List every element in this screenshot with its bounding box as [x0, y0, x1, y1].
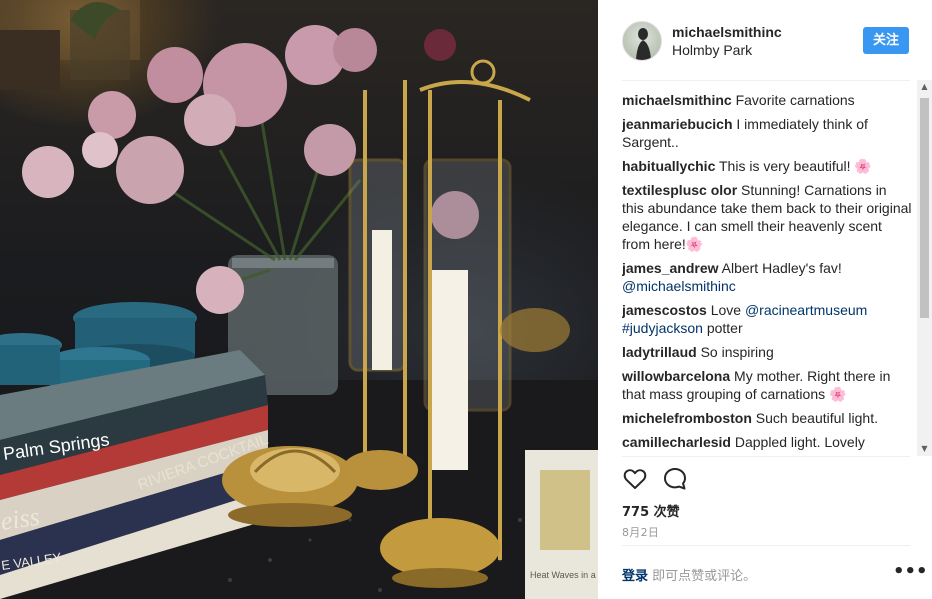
comment-username[interactable]: ladytrillaud — [622, 344, 697, 360]
brass-shell-dish — [222, 446, 358, 527]
avatar-figure-icon — [636, 28, 651, 60]
comment-item: michaelsmithinc Favorite carnations — [622, 91, 912, 109]
comment-username[interactable]: willowbarcelona — [622, 368, 730, 384]
art-book-title: Heat Waves in a Swamp — [530, 570, 598, 580]
art-book: Heat Waves in a Swamp — [525, 450, 598, 599]
comments-divider — [622, 456, 910, 457]
comment-list: michaelsmithinc Favorite carnations jean… — [622, 91, 912, 456]
photo-scene: Palm Springs RIVIERA COCKTAIL eiss E VAL… — [0, 0, 598, 599]
comment-item: habituallychic This is very beautiful! 🌸 — [622, 157, 912, 175]
post-side-panel: michaelsmithinc Holmby Park 关注 michaelsm… — [598, 0, 932, 599]
comment-item: ladytrillaud So inspiring — [622, 343, 912, 361]
comment-item: textilesplusc olor Stunning! Carnations … — [622, 181, 912, 253]
footer-divider — [622, 545, 910, 546]
comment-item: jamescostos Love @racineartmuseum #judyj… — [622, 301, 912, 337]
comment-icon[interactable] — [662, 466, 688, 492]
scrollbar-thumb[interactable] — [920, 98, 929, 318]
comment-text: Favorite carnations — [735, 92, 855, 108]
login-prompt-text: 即可点赞或评论。 — [648, 569, 757, 584]
comment-username[interactable]: jamescostos — [622, 302, 707, 318]
shelf-books — [0, 30, 60, 90]
post-date: 8月2日 — [622, 526, 660, 539]
post-photo[interactable]: Palm Springs RIVIERA COCKTAIL eiss E VAL… — [0, 0, 598, 599]
comment-mention[interactable]: @racineartmuseum — [745, 302, 867, 318]
comment-username[interactable]: michaelsmithinc — [622, 92, 732, 108]
scroll-down-arrow-icon[interactable]: ▼ — [917, 442, 932, 456]
comment-text-tail: potter — [702, 320, 743, 336]
more-options-icon[interactable]: ••• — [893, 562, 928, 582]
comment-text: Love — [710, 302, 745, 318]
heart-icon[interactable] — [622, 466, 648, 492]
comment-text: So inspiring — [700, 344, 774, 360]
comment-item: michelefromboston Such beautiful light. — [622, 409, 912, 427]
header-divider — [622, 80, 910, 81]
login-prompt: 登录 即可点赞或评论。 — [622, 565, 756, 584]
comment-username[interactable]: habituallychic — [622, 158, 715, 174]
like-count[interactable]: 775 次赞 — [622, 501, 680, 520]
scroll-up-arrow-icon[interactable]: ▲ — [917, 80, 932, 94]
avatar[interactable] — [622, 21, 662, 61]
post-header: michaelsmithinc Holmby Park 关注 — [598, 0, 932, 80]
comment-item: camillecharlesid Dappled light. Lovely — [622, 433, 912, 451]
follow-button[interactable]: 关注 — [863, 27, 909, 54]
comment-username[interactable]: james_andrew — [622, 260, 719, 276]
post-username[interactable]: michaelsmithinc — [672, 24, 782, 40]
comment-item: willowbarcelona My mother. Right there i… — [622, 367, 912, 403]
comment-text: Albert Hadley's fav! — [721, 260, 842, 276]
comment-hashtag[interactable]: #judyjackson — [622, 320, 703, 336]
book-title-eiss: eiss — [0, 502, 41, 536]
login-link[interactable]: 登录 — [622, 569, 648, 584]
comments-scrollbar[interactable]: ▲ ▼ — [917, 80, 932, 456]
comment-username[interactable]: michelefromboston — [622, 410, 752, 426]
comment-username[interactable]: textilesplusc olor — [622, 182, 737, 198]
comment-username[interactable]: jeanmariebucich — [622, 116, 733, 132]
comment-text: This is very beautiful! 🌸 — [719, 158, 872, 174]
comment-text: Dappled light. Lovely — [734, 434, 865, 450]
post-location[interactable]: Holmby Park — [672, 42, 752, 58]
comment-text: Such beautiful light. — [755, 410, 878, 426]
comment-username[interactable]: camillecharlesid — [622, 434, 731, 450]
comment-item: james_andrew Albert Hadley's fav! @micha… — [622, 259, 912, 295]
comment-item: jeanmariebucich I immediately think of S… — [622, 115, 912, 151]
comment-mention[interactable]: @michaelsmithinc — [622, 278, 736, 294]
